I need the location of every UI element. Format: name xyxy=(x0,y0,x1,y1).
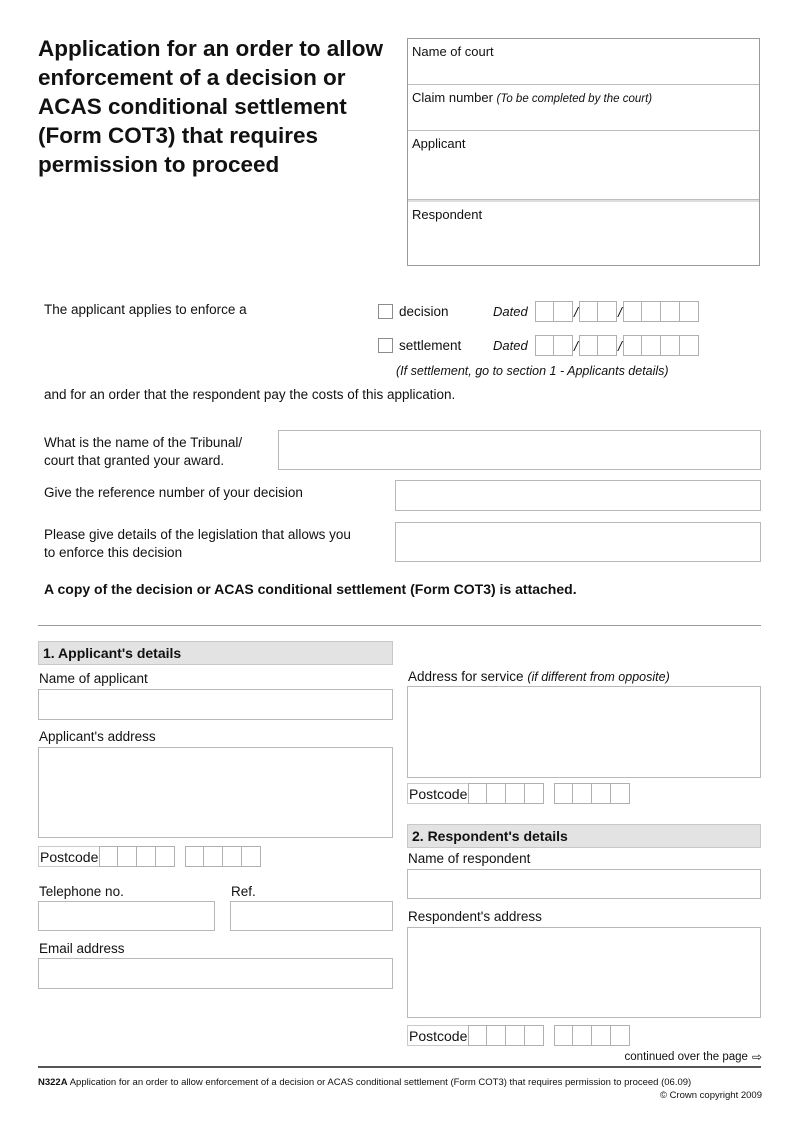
decision-date-month[interactable] xyxy=(579,301,617,322)
service-postcode-part2[interactable] xyxy=(554,783,631,804)
section-divider xyxy=(38,625,761,626)
court-details-box: Name of court Claim number (To be comple… xyxy=(407,38,760,266)
applicant-field[interactable]: Applicant xyxy=(408,131,759,200)
respondent-address-label: Respondent's address xyxy=(408,909,542,924)
applicant-name-input[interactable] xyxy=(38,689,393,720)
service-postcode-label: Postcode xyxy=(407,783,469,804)
decision-date-year[interactable] xyxy=(623,301,699,322)
settlement-checkbox[interactable] xyxy=(378,338,393,353)
ref-label: Ref. xyxy=(231,884,256,899)
legislation-label: Please give details of the legislation t… xyxy=(44,527,351,560)
legislation-input[interactable] xyxy=(395,522,761,562)
settlement-note: (If settlement, go to section 1 - Applic… xyxy=(396,364,669,378)
form-description: Application for an order to allow enforc… xyxy=(69,1077,692,1088)
reference-number-label: Give the reference number of your decisi… xyxy=(44,485,303,500)
applies-intro-text: The applicant applies to enforce a xyxy=(44,302,247,317)
service-address-label-row: Address for service (if different from o… xyxy=(408,669,670,684)
costs-text: and for an order that the respondent pay… xyxy=(44,387,456,402)
applicant-address-input[interactable] xyxy=(38,747,393,838)
email-label: Email address xyxy=(39,941,125,956)
name-of-court-field[interactable]: Name of court xyxy=(408,39,759,85)
form-title: Application for an order to allow enforc… xyxy=(38,36,384,177)
claim-number-field[interactable]: Claim number (To be completed by the cou… xyxy=(408,85,759,131)
reference-number-input[interactable] xyxy=(395,480,761,511)
applicant-label: Applicant xyxy=(412,136,466,151)
email-input[interactable] xyxy=(38,958,393,989)
claim-number-label: Claim number xyxy=(412,90,493,105)
respondent-postcode-part2[interactable] xyxy=(554,1025,631,1046)
attached-statement: A copy of the decision or ACAS condition… xyxy=(44,581,577,597)
form-code: N322A xyxy=(38,1077,68,1088)
respondent-name-input[interactable] xyxy=(407,869,761,899)
respondent-postcode-label: Postcode xyxy=(407,1025,469,1046)
respondent-field[interactable]: Respondent xyxy=(408,200,759,266)
service-address-label: Address for service xyxy=(408,669,524,684)
arrow-right-icon: ⇨ xyxy=(751,1050,762,1064)
ref-input[interactable] xyxy=(230,901,393,931)
settlement-date-year[interactable] xyxy=(623,335,699,356)
settlement-option-row: settlement Dated / / xyxy=(378,335,699,356)
settlement-label: settlement xyxy=(399,338,462,353)
section-1-heading: 1. Applicant's details xyxy=(38,641,393,665)
name-of-court-label: Name of court xyxy=(412,44,494,59)
applicant-postcode-part1[interactable] xyxy=(99,846,176,867)
settlement-date-day[interactable] xyxy=(535,335,573,356)
applicant-postcode-label: Postcode xyxy=(38,846,100,867)
settlement-dated-label: Dated xyxy=(493,338,528,353)
telephone-label: Telephone no. xyxy=(39,884,124,899)
decision-date-day[interactable] xyxy=(535,301,573,322)
respondent-address-input[interactable] xyxy=(407,927,761,1018)
decision-option-row: decision Dated / / xyxy=(378,301,699,322)
decision-dated-label: Dated xyxy=(493,304,528,319)
respondent-label: Respondent xyxy=(412,207,483,222)
footer-description: N322A Application for an order to allow … xyxy=(38,1077,691,1088)
continued-note: continued over the page ⇨ xyxy=(625,1050,762,1064)
tribunal-name-label: What is the name of the Tribunal/ court … xyxy=(44,435,243,468)
settlement-date-month[interactable] xyxy=(579,335,617,356)
respondent-postcode-row: Postcode xyxy=(407,1025,631,1046)
tribunal-name-input[interactable] xyxy=(278,430,761,470)
footer-divider xyxy=(38,1066,761,1068)
applicant-address-label: Applicant's address xyxy=(39,729,156,744)
decision-checkbox[interactable] xyxy=(378,304,393,319)
copyright: © Crown copyright 2009 xyxy=(659,1090,762,1101)
service-address-input[interactable] xyxy=(407,686,761,778)
section-2-heading: 2. Respondent's details xyxy=(407,824,761,848)
respondent-postcode-part1[interactable] xyxy=(468,1025,545,1046)
respondent-name-label: Name of respondent xyxy=(408,851,531,866)
telephone-input[interactable] xyxy=(38,901,215,931)
applicant-postcode-part2[interactable] xyxy=(185,846,262,867)
service-address-note: (if different from opposite) xyxy=(527,670,670,684)
service-postcode-row: Postcode xyxy=(407,783,631,804)
claim-number-note: (To be completed by the court) xyxy=(496,93,653,105)
service-postcode-part1[interactable] xyxy=(468,783,545,804)
decision-label: decision xyxy=(399,304,449,319)
applicant-postcode-row: Postcode xyxy=(38,846,262,867)
continued-text: continued over the page xyxy=(624,1051,748,1063)
applicant-name-label: Name of applicant xyxy=(39,671,148,686)
